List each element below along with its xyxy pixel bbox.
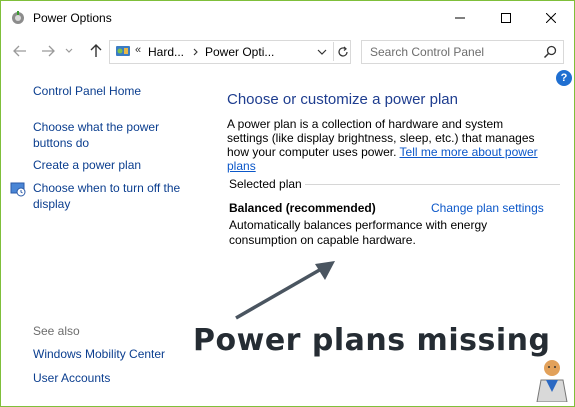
maximize-button[interactable] [483,1,529,34]
annotation-caption: Power plans missing [193,323,551,358]
power-options-app-icon [12,11,24,24]
back-arrow-icon [13,45,26,57]
search-input[interactable]: Search Control Panel [361,40,564,64]
search-icon[interactable] [543,45,557,59]
address-dropdown-button[interactable] [317,45,331,59]
forward-arrow-icon [42,45,55,57]
watermark-logo-icon [536,360,568,402]
chevron-down-icon [65,48,73,53]
title-bar: Power Options [1,1,574,35]
close-button[interactable] [528,1,574,34]
page-description: A power plan is a collection of hardware… [227,117,547,173]
back-button[interactable] [11,42,29,60]
sidebar-item-turn-off-display[interactable]: Choose when to turn off the display [33,180,198,212]
power-options-window: Power Options « Hard... Power Opti... Se… [0,0,575,407]
sidebar-item-control-panel-home[interactable]: Control Panel Home [33,83,141,99]
close-icon [546,12,556,23]
minimize-icon [455,17,465,18]
recent-locations-button[interactable] [63,42,75,60]
up-button[interactable] [87,42,105,60]
address-bar: « Hard... Power Opti... Search Control P… [1,35,574,67]
see-also-user-accounts[interactable]: User Accounts [33,370,110,386]
see-also-label: See also [33,324,80,338]
sidebar-item-create-power-plan[interactable]: Create a power plan [33,157,141,173]
control-panel-icon [116,46,130,56]
breadcrumb-overflow[interactable]: « [135,44,141,56]
plan-name: Balanced (recommended) [229,201,376,215]
breadcrumb-chevron-icon [193,48,198,56]
minimize-button[interactable] [437,1,483,34]
change-plan-settings-link[interactable]: Change plan settings [431,201,544,215]
help-icon[interactable]: ? [556,70,572,86]
up-arrow-icon [90,44,102,57]
display-timer-icon [10,182,26,197]
forward-button[interactable] [39,42,57,60]
page-title: Choose or customize a power plan [227,91,458,108]
plan-description: Automatically balances performance with … [229,218,488,247]
annotation-arrow-icon [235,261,335,320]
section-divider [305,184,560,185]
breadcrumb-hardware[interactable]: Hard... [148,45,184,59]
maximize-icon [501,12,511,23]
see-also-mobility-center[interactable]: Windows Mobility Center [33,346,165,362]
search-placeholder: Search Control Panel [370,45,485,59]
refresh-button[interactable] [333,42,351,61]
breadcrumb-power-options[interactable]: Power Opti... [205,45,274,59]
address-box[interactable]: « Hard... Power Opti... [109,40,351,64]
window-title: Power Options [33,11,112,25]
sidebar-item-power-buttons[interactable]: Choose what the power buttons do [33,119,183,151]
chevron-down-icon [317,49,327,55]
selected-plan-label: Selected plan [229,177,302,191]
refresh-icon [337,46,348,57]
